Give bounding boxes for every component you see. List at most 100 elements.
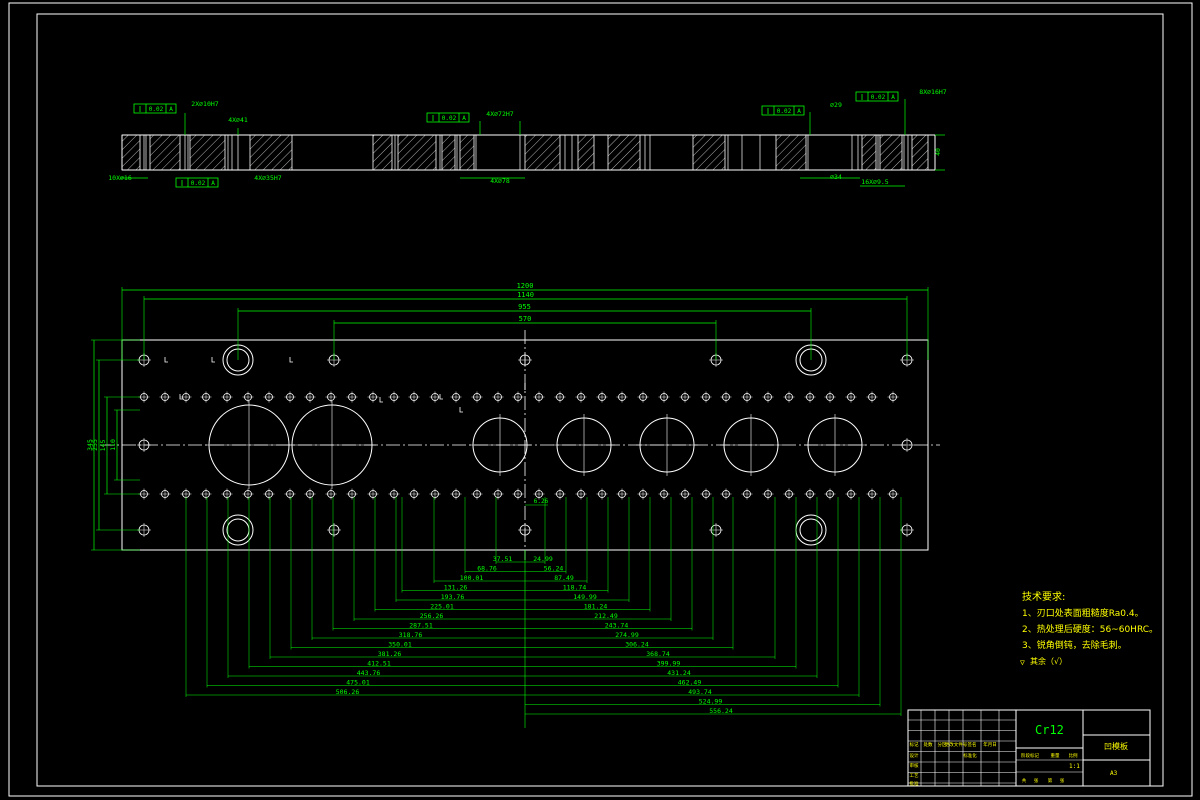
tb-design-label-1: 标准化 — [963, 752, 977, 759]
left-dim-text-11: 412.51 — [367, 660, 391, 668]
section-solid-1 — [149, 134, 181, 171]
mark-6 — [379, 397, 383, 403]
section-solid-15 — [911, 134, 929, 171]
section-callout-1: 4X∅41 — [228, 116, 248, 124]
section-callout-5: ∅29 — [830, 101, 842, 109]
section-solid-5 — [397, 134, 437, 171]
section-solid-8 — [524, 134, 561, 171]
mark-4 — [439, 394, 443, 400]
part-name-cell: 凹模板 — [1104, 741, 1128, 751]
overall-dim-text-0: 1200 — [517, 282, 534, 290]
tolerance-frame-4: 0.02 A — [855, 91, 899, 102]
left-dim-text-10: 381.26 — [378, 650, 402, 658]
right-dim-text-4: 149.99 — [573, 593, 597, 601]
section-view: 2X∅10H74X∅414X∅35H74X∅72H74X∅78∅29∅348X∅… — [108, 88, 947, 188]
tolerance-value: 0.02 — [871, 94, 886, 101]
datum-label: A — [891, 94, 895, 101]
section-solid-2 — [189, 134, 226, 171]
section-solid-7 — [459, 134, 475, 171]
tb-sheet-label-0: 共 — [1022, 777, 1027, 784]
small-dim-text: 6.26 — [534, 498, 549, 505]
guide-hole-inner-3 — [799, 518, 823, 542]
tech-item-3: 3、锐角倒钝，去除毛刺。 — [1022, 639, 1127, 651]
height-dim-text-3: 110 — [109, 439, 117, 451]
tolerance-frame-0: 0.02 A — [133, 103, 177, 114]
section-solid-11 — [692, 134, 726, 171]
overall-dim-text-2: 955 — [518, 303, 531, 311]
right-dim-text-8: 274.99 — [615, 631, 639, 639]
tech-requirements: 技术要求: 1、刃口处表面粗糙度Ra0.4。 2、热处理后硬度：56~60HRC… — [1020, 590, 1158, 667]
right-dim-text-2: 87.49 — [554, 574, 574, 582]
tolerance-frame-1: 0.02 A — [175, 177, 219, 188]
section-solid-3 — [249, 134, 293, 171]
plan-view — [100, 330, 940, 560]
roughness-note: 其余（√） — [1030, 656, 1067, 666]
left-dim-text-9: 350.01 — [388, 641, 412, 649]
tb-row-label-4: 签名 — [968, 741, 977, 748]
tech-heading: 技术要求: — [1022, 590, 1065, 603]
section-callout-7: 8X∅16H7 — [919, 88, 946, 96]
section-callout-0: 2X∅10H7 — [191, 100, 218, 108]
tb-approve-label-1: 工艺 — [910, 773, 919, 779]
left-dim-text-4: 193.76 — [441, 593, 465, 601]
right-dim-text-14: 493.74 — [688, 688, 712, 696]
dimension-layer: 12001140955570345255 145 1106.2637.5168.76… — [86, 282, 929, 728]
right-dim-text-12: 431.24 — [667, 669, 691, 677]
section-solid-4 — [372, 134, 393, 171]
right-dim-text-0: 24.99 — [533, 555, 553, 563]
right-dim-text-15: 524.99 — [699, 698, 723, 706]
datum-label: A — [797, 108, 801, 115]
right-dim-text-10: 368.74 — [646, 650, 670, 658]
right-dim-text-11: 399.99 — [657, 660, 681, 668]
right-dim-text-3: 118.74 — [563, 584, 587, 592]
left-dim-text-0: 37.51 — [493, 555, 513, 563]
tb-stage-label-1: 重量 — [1051, 752, 1060, 759]
section-callout-2: 4X∅35H7 — [254, 174, 281, 182]
right-dim-text-7: 243.74 — [605, 622, 629, 630]
section-solid-6 — [441, 134, 456, 171]
right-dim-text-1: 56.24 — [544, 565, 564, 573]
right-dim-text-6: 212.49 — [594, 612, 618, 620]
tb-sheet-label-3: 张 — [1060, 777, 1065, 784]
roughness-symbol: ▽ — [1020, 658, 1025, 667]
tb-stage-label-2: 比例 — [1069, 752, 1078, 759]
tb-approve-label-0: 审核 — [910, 762, 919, 769]
outer-border — [8, 2, 1193, 797]
tb-sheet-label-1: 张 — [1034, 777, 1039, 784]
tb-row-label-0: 标记 — [910, 741, 919, 748]
mark-2 — [289, 357, 293, 363]
right-dim-text-13: 462.49 — [678, 679, 702, 687]
left-dim-text-7: 287.51 — [409, 622, 433, 630]
tb-design-label-0: 设计 — [910, 752, 919, 759]
left-dim-text-5: 225.01 — [430, 603, 454, 611]
left-dim-text-13: 475.01 — [346, 679, 370, 687]
material-cell: Cr12 — [1035, 723, 1064, 737]
sheet-size-cell: A3 — [1110, 770, 1118, 777]
height-dim-text-1: 255 — [91, 439, 99, 451]
cad-drawing: 2X∅10H74X∅414X∅35H74X∅72H74X∅78∅29∅348X∅… — [8, 2, 1193, 797]
left-dim-text-8: 318.76 — [399, 631, 423, 639]
tech-item-1: 1、刃口处表面粗糙度Ra0.4。 — [1022, 607, 1144, 619]
mark-5 — [459, 407, 463, 413]
section-callout-3: 4X∅72H7 — [486, 110, 513, 118]
right-dim-text-16: 556.24 — [709, 707, 733, 715]
left-dim-text-6: 256.26 — [420, 612, 444, 620]
section-solid-0 — [121, 134, 141, 171]
section-solid-10 — [607, 134, 641, 171]
right-dim-text-9: 306.24 — [625, 641, 649, 649]
section-solid-14 — [879, 134, 903, 171]
left-dim-text-3: 131.26 — [444, 584, 468, 592]
height-dim-text-2: 145 — [99, 440, 107, 452]
title-block: Cr12 凹模板 1:1 A3 标记 处数 分区更改文件号 签名 年月日设计 标准化审核工… — [907, 709, 1151, 787]
tolerance-value: 0.02 — [442, 115, 457, 122]
tolerance-frame-3: 0.02 A — [761, 105, 805, 116]
section-callout-6: ∅34 — [830, 173, 842, 181]
left-dim-text-12: 443.76 — [357, 669, 381, 677]
overall-dim-text-1: 1140 — [517, 291, 534, 299]
tb-row-label-5: 年月日 — [983, 741, 997, 748]
tolerance-frame-2: 0.02 A — [426, 112, 470, 123]
guide-hole-inner-2 — [226, 518, 250, 542]
tolerance-value: 0.02 — [191, 180, 206, 187]
datum-label: A — [462, 115, 466, 122]
tolerance-value: 0.02 — [777, 108, 792, 115]
